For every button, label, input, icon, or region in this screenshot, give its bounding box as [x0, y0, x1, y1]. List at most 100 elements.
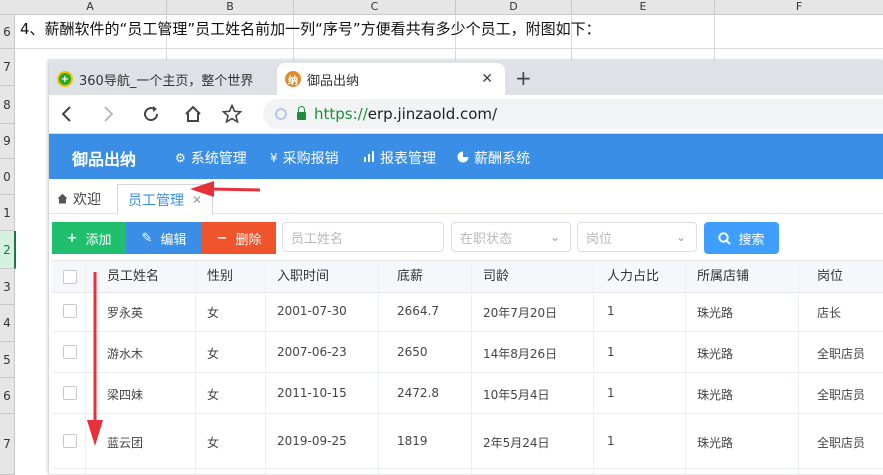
column-header[interactable]: 所属店铺 — [697, 261, 749, 292]
plus-icon: + — [66, 230, 78, 246]
cell-base-salary: 2664.7 — [397, 304, 439, 318]
360-favicon-icon: + — [57, 71, 73, 87]
row-header[interactable]: 6 — [0, 15, 15, 49]
page-tabs: 欢迎 员工管理 ✕ — [49, 179, 883, 214]
cell-hire-date: 2011-10-15 — [277, 386, 347, 400]
button-label: 编辑 — [160, 232, 187, 248]
delete-button[interactable]: − 删除 — [202, 222, 276, 254]
home-icon[interactable] — [182, 103, 204, 125]
cell-store: 珠光路 — [697, 388, 734, 402]
column-header-c[interactable]: C — [294, 0, 456, 15]
reload-icon[interactable] — [140, 103, 162, 125]
column-header[interactable]: 岗位 — [817, 261, 843, 292]
column-header[interactable]: 入职时间 — [277, 261, 329, 292]
column-header[interactable]: 人力占比 — [607, 261, 659, 292]
row-header[interactable]: 3 — [0, 269, 15, 305]
menu-salary-system[interactable]: 薪酬系统 — [457, 148, 530, 168]
row-checkbox[interactable] — [63, 345, 77, 359]
table-header: 员工姓名 性别 入职时间 底薪 司龄 人力占比 所属店铺 岗位 — [52, 260, 883, 293]
row-checkbox[interactable] — [63, 304, 77, 318]
edit-button[interactable]: ✎ 编辑 — [126, 222, 202, 254]
close-icon[interactable]: ✕ — [192, 193, 202, 207]
row-header[interactable]: 5 — [0, 342, 15, 378]
table-row[interactable]: 游水木 女 2007-06-23 2650 14年8月26日 1 珠光路 全职店… — [52, 332, 883, 373]
cell-name: 蓝云团 — [107, 436, 144, 450]
cell-base-salary: 1819 — [397, 434, 428, 448]
browser-toolbar: https://erp.jinzaold.com/ — [49, 95, 883, 134]
tab-welcome[interactable]: 欢迎 — [57, 184, 101, 213]
site-info-icon[interactable] — [275, 108, 287, 120]
tab-employee-management[interactable]: 员工管理 ✕ — [117, 184, 213, 214]
cell-ratio: 1 — [607, 434, 615, 448]
bar-chart-icon — [364, 151, 375, 165]
row-header[interactable]: 7 — [0, 49, 15, 86]
row-header[interactable]: 8 — [0, 86, 15, 124]
column-header-f[interactable]: F — [715, 0, 883, 15]
cell-position: 全职店员 — [817, 347, 866, 361]
cell-name: 梁四妹 — [107, 388, 144, 402]
table-row[interactable]: 蓝云团 女 2019-09-25 1819 2年5月24日 1 珠光路 全职店员 — [52, 414, 883, 469]
column-header-d[interactable]: D — [456, 0, 572, 15]
cell-ratio: 1 — [607, 386, 615, 400]
column-header[interactable]: 底薪 — [397, 261, 423, 292]
button-label: 删除 — [235, 232, 262, 248]
employee-name-input[interactable]: 员工姓名 — [282, 222, 444, 252]
row-header[interactable]: 1 — [0, 195, 15, 231]
url-text[interactable]: https://erp.jinzaold.com/ — [314, 105, 497, 123]
browser-tab-erp[interactable]: 纳 御品出纳 ✕ — [277, 63, 505, 95]
sheet-corner[interactable] — [0, 0, 15, 15]
back-icon[interactable] — [56, 103, 78, 125]
close-tab-icon[interactable]: ✕ — [481, 71, 493, 87]
app-brand[interactable]: 御品出纳 — [72, 146, 136, 170]
row-header-selected[interactable]: 2 — [0, 231, 16, 269]
status-select[interactable]: 在职状态 ⌄ — [451, 222, 571, 252]
cell-seniority: 20年7月20日 — [483, 306, 558, 320]
cell-position: 店长 — [817, 306, 842, 320]
menu-report-management[interactable]: 报表管理 — [364, 148, 436, 168]
column-header-b[interactable]: B — [167, 0, 294, 15]
new-tab-icon[interactable]: + — [515, 66, 532, 90]
column-header[interactable]: 员工姓名 — [107, 261, 159, 292]
cell-hire-date: 2019-09-25 — [277, 434, 347, 448]
row-checkbox[interactable] — [63, 434, 77, 448]
column-header-e[interactable]: E — [572, 0, 715, 15]
cell-seniority: 2年5月24日 — [483, 436, 550, 450]
browser-tab-360[interactable]: + 360导航_一个主页，整个世界 — [49, 63, 275, 95]
cell-note-text[interactable]: 4、薪酬软件的“员工管理”员工姓名前加一列“序号”方便看共有多少个员工，附图如下… — [20, 18, 601, 39]
employee-table: 员工姓名 性别 入职时间 底薪 司龄 人力占比 所属店铺 岗位 罗永英 女 20… — [52, 260, 883, 474]
search-icon — [718, 231, 732, 245]
table-row[interactable]: 罗永英 女 2001-07-30 2664.7 20年7月20日 1 珠光路 店… — [52, 291, 883, 332]
add-button[interactable]: + 添加 — [52, 222, 126, 254]
search-button[interactable]: 搜索 — [704, 222, 779, 254]
cell-gender: 女 — [207, 388, 220, 402]
cell-position: 全职店员 — [817, 436, 866, 450]
select-all-checkbox[interactable] — [63, 270, 77, 284]
menu-purchase-reimbursement[interactable]: ¥ 采购报销 — [270, 148, 339, 168]
chevron-down-icon: ⌄ — [675, 230, 686, 244]
button-label: 搜索 — [738, 232, 765, 248]
position-select[interactable]: 岗位 ⌄ — [577, 222, 697, 252]
cell-gender: 女 — [207, 347, 220, 361]
minus-icon: − — [216, 230, 228, 246]
column-header-a[interactable]: A — [14, 0, 167, 15]
menu-label: 薪酬系统 — [474, 151, 530, 167]
column-header[interactable]: 性别 — [207, 261, 233, 292]
address-bar[interactable]: https://erp.jinzaold.com/ — [263, 99, 883, 129]
cell-seniority: 14年8月26日 — [483, 347, 558, 361]
row-header[interactable]: 7 — [0, 414, 15, 475]
menu-system-management[interactable]: ⚙ 系统管理 — [175, 148, 247, 168]
column-header[interactable]: 司龄 — [483, 261, 509, 292]
row-checkbox[interactable] — [63, 386, 77, 400]
tab-label: 欢迎 — [73, 191, 101, 208]
input-placeholder: 岗位 — [586, 231, 613, 247]
menu-label: 报表管理 — [380, 151, 436, 167]
table-row[interactable]: 梁四妹 女 2011-10-15 2472.8 10年5月4日 1 珠光路 全职… — [52, 373, 883, 414]
bookmark-star-icon[interactable] — [221, 103, 243, 125]
yupin-favicon-icon: 纳 — [285, 71, 301, 87]
row-header[interactable]: 0 — [0, 159, 15, 195]
row-header[interactable]: 4 — [0, 305, 15, 342]
cell-position: 全职店员 — [817, 388, 866, 402]
row-header[interactable]: 9 — [0, 124, 15, 159]
forward-icon[interactable] — [97, 103, 119, 125]
row-header[interactable]: 6 — [0, 378, 15, 414]
